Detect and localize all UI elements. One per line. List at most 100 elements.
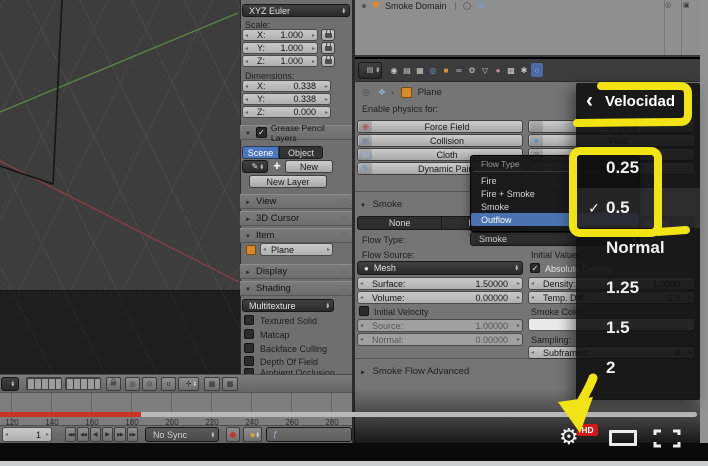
soft-body-icon: ◌	[530, 121, 543, 132]
cloth-icon: ▤	[359, 149, 372, 160]
prev-keyframe-button[interactable]: ◀◀	[77, 427, 89, 442]
tab-material-icon[interactable]: ●	[492, 63, 504, 77]
textured-solid-checkbox[interactable]	[244, 315, 254, 325]
jump-to-start-button[interactable]: ◀◀	[64, 427, 77, 442]
tab-scene[interactable]: Scene	[242, 146, 279, 159]
outliner-row-smoke-domain[interactable]: Smoke Domain | ⚙	[355, 0, 700, 11]
snap-element-dropdown[interactable]: ✛	[178, 376, 199, 391]
snap-magnet-button[interactable]: ∪	[161, 376, 176, 391]
dimension-x-field[interactable]: X: 0.338	[242, 80, 331, 92]
scale-z-lock-button[interactable]	[321, 54, 335, 67]
current-frame-field[interactable]: 1	[2, 427, 52, 442]
rotation-mode-dropdown[interactable]: XYZ Euler	[242, 4, 350, 17]
axis-label: Z:	[257, 56, 265, 66]
lock-button[interactable]	[106, 376, 121, 391]
speed-option-125[interactable]: 1.25	[576, 268, 700, 308]
object-name-field[interactable]: Plane	[260, 243, 333, 256]
scale-y-field[interactable]: Y: 1.000	[242, 42, 318, 54]
render-restrict-icon[interactable]	[462, 1, 471, 10]
grease-pencil-checkbox[interactable]	[255, 127, 267, 138]
add-icon[interactable]: ✚	[271, 160, 283, 173]
theater-mode-button[interactable]	[609, 430, 637, 446]
progress-bar-remaining[interactable]	[141, 412, 697, 417]
speed-option-2[interactable]: 2	[576, 348, 700, 388]
speed-option-025[interactable]: 0.25	[576, 148, 700, 188]
initial-velocity-checkbox[interactable]	[359, 306, 369, 316]
play-button[interactable]: ▶	[101, 427, 114, 442]
absolute-density-checkbox[interactable]	[530, 263, 540, 273]
segment-none[interactable]: None	[358, 217, 443, 229]
force-field-button[interactable]: ◉ Force Field	[357, 120, 523, 133]
tab-render-icon[interactable]: ◉	[388, 63, 400, 77]
modifier-wrench-icon[interactable]: ⚙	[477, 0, 485, 11]
tab-render-layers-icon[interactable]: ▤	[401, 63, 413, 77]
flow-source-value: Mesh	[373, 263, 396, 273]
progress-bar-played[interactable]	[0, 412, 141, 417]
render-opengl-anim-button[interactable]: ▩	[222, 376, 238, 391]
tab-texture-icon[interactable]: ▩	[505, 63, 517, 77]
tab-world-icon[interactable]: ◎	[427, 63, 439, 77]
dimension-z-field[interactable]: Z: 0.000	[242, 106, 331, 118]
pencil-mode-button[interactable]: ✎	[242, 160, 268, 173]
scale-x-lock-button[interactable]	[321, 28, 335, 41]
item-panel-header[interactable]: Item	[240, 228, 352, 243]
layers-widget-1[interactable]	[26, 377, 62, 390]
pivot-button[interactable]: ◎	[125, 376, 140, 391]
smoke-panel-header[interactable]: ▼ Smoke	[360, 199, 402, 210]
auto-keyframe-button[interactable]	[226, 427, 241, 442]
tab-scene-icon[interactable]: ▦	[414, 63, 426, 77]
render-opengl-button[interactable]: ▦	[204, 376, 220, 391]
tab-object-icon[interactable]: ■	[440, 63, 452, 77]
editor-type-dropdown[interactable]: ▤	[358, 61, 382, 79]
selectability-icon[interactable]: ▣	[683, 1, 690, 9]
tab-constraints-icon[interactable]: ∞	[453, 63, 465, 77]
speed-option-15[interactable]: 1.5	[576, 308, 700, 348]
visibility-icon[interactable]: ◎	[665, 1, 671, 9]
expand-triangle-icon: ▼	[360, 203, 366, 209]
keying-set-dropdown[interactable]: ◆	[243, 427, 263, 442]
source-field-disabled[interactable]: Source: 1.00000	[357, 319, 523, 332]
flow-source-dropdown[interactable]: ● Mesh	[357, 261, 523, 275]
sync-mode-dropdown[interactable]: No Sync	[144, 427, 220, 442]
keying-set-field[interactable]: ƒ	[266, 427, 353, 442]
display-panel-header[interactable]: Display	[240, 264, 352, 279]
tab-physics-icon[interactable]: ◌	[531, 63, 543, 77]
collision-button[interactable]: ▣ Collision	[357, 134, 523, 147]
next-keyframe-button[interactable]: ▶▶	[114, 427, 126, 442]
scale-x-field[interactable]: X: 1.000	[242, 29, 318, 41]
shading-panel-header[interactable]: Shading	[240, 281, 352, 296]
shading-mode-dropdown[interactable]: Multitexture	[242, 299, 334, 312]
back-chevron-icon[interactable]: ‹	[586, 90, 593, 111]
new-layer-button[interactable]: New Layer	[249, 175, 327, 188]
jump-to-end-button[interactable]: ▶▶	[126, 427, 138, 442]
scale-z-field[interactable]: Z: 1.000	[242, 55, 318, 67]
cursor-panel-header[interactable]: 3D Cursor	[240, 211, 352, 226]
speed-option-05-selected[interactable]: ✓ 0.5	[576, 188, 700, 228]
tab-modifiers-icon[interactable]: ⚙	[466, 63, 478, 77]
backface-culling-checkbox[interactable]	[244, 343, 254, 353]
fullscreen-button[interactable]	[653, 429, 681, 448]
3d-viewport[interactable]	[0, 0, 240, 374]
smoke-flow-advanced-header[interactable]: ► Smoke Flow Advanced	[360, 366, 469, 377]
volume-field[interactable]: Volume: 0.00000	[357, 291, 523, 304]
tab-data-icon[interactable]: ▽	[479, 63, 491, 77]
new-button[interactable]: New	[285, 160, 333, 173]
mode-dropdown[interactable]	[1, 376, 19, 391]
surface-field[interactable]: Surface: 1.50000	[357, 277, 523, 290]
view-panel-header[interactable]: View	[240, 194, 352, 209]
scale-y-lock-button[interactable]	[321, 41, 335, 54]
pin-icon[interactable]: ◎	[362, 87, 370, 98]
grease-pencil-panel-header[interactable]: Grease Pencil Layers	[240, 123, 352, 143]
timeline-ruler[interactable]: 120 140 160 180 200 220 240 260 280	[0, 392, 352, 427]
manipulator-button[interactable]: ⊙	[142, 376, 157, 391]
dimension-y-field[interactable]: Y: 0.338	[242, 93, 331, 105]
tab-object[interactable]: Object	[279, 146, 323, 159]
depth-of-field-checkbox[interactable]	[244, 356, 254, 366]
speed-menu-header[interactable]: ‹ Velocidad	[576, 83, 700, 111]
play-reverse-button[interactable]: ◀	[89, 427, 101, 442]
normal-field-disabled[interactable]: Normal: 0.00000	[357, 333, 523, 346]
speed-option-normal[interactable]: Normal	[576, 228, 700, 268]
tab-particles-icon[interactable]: ✱	[518, 63, 530, 77]
layers-widget-2[interactable]	[65, 377, 101, 390]
matcap-checkbox[interactable]	[244, 329, 254, 339]
